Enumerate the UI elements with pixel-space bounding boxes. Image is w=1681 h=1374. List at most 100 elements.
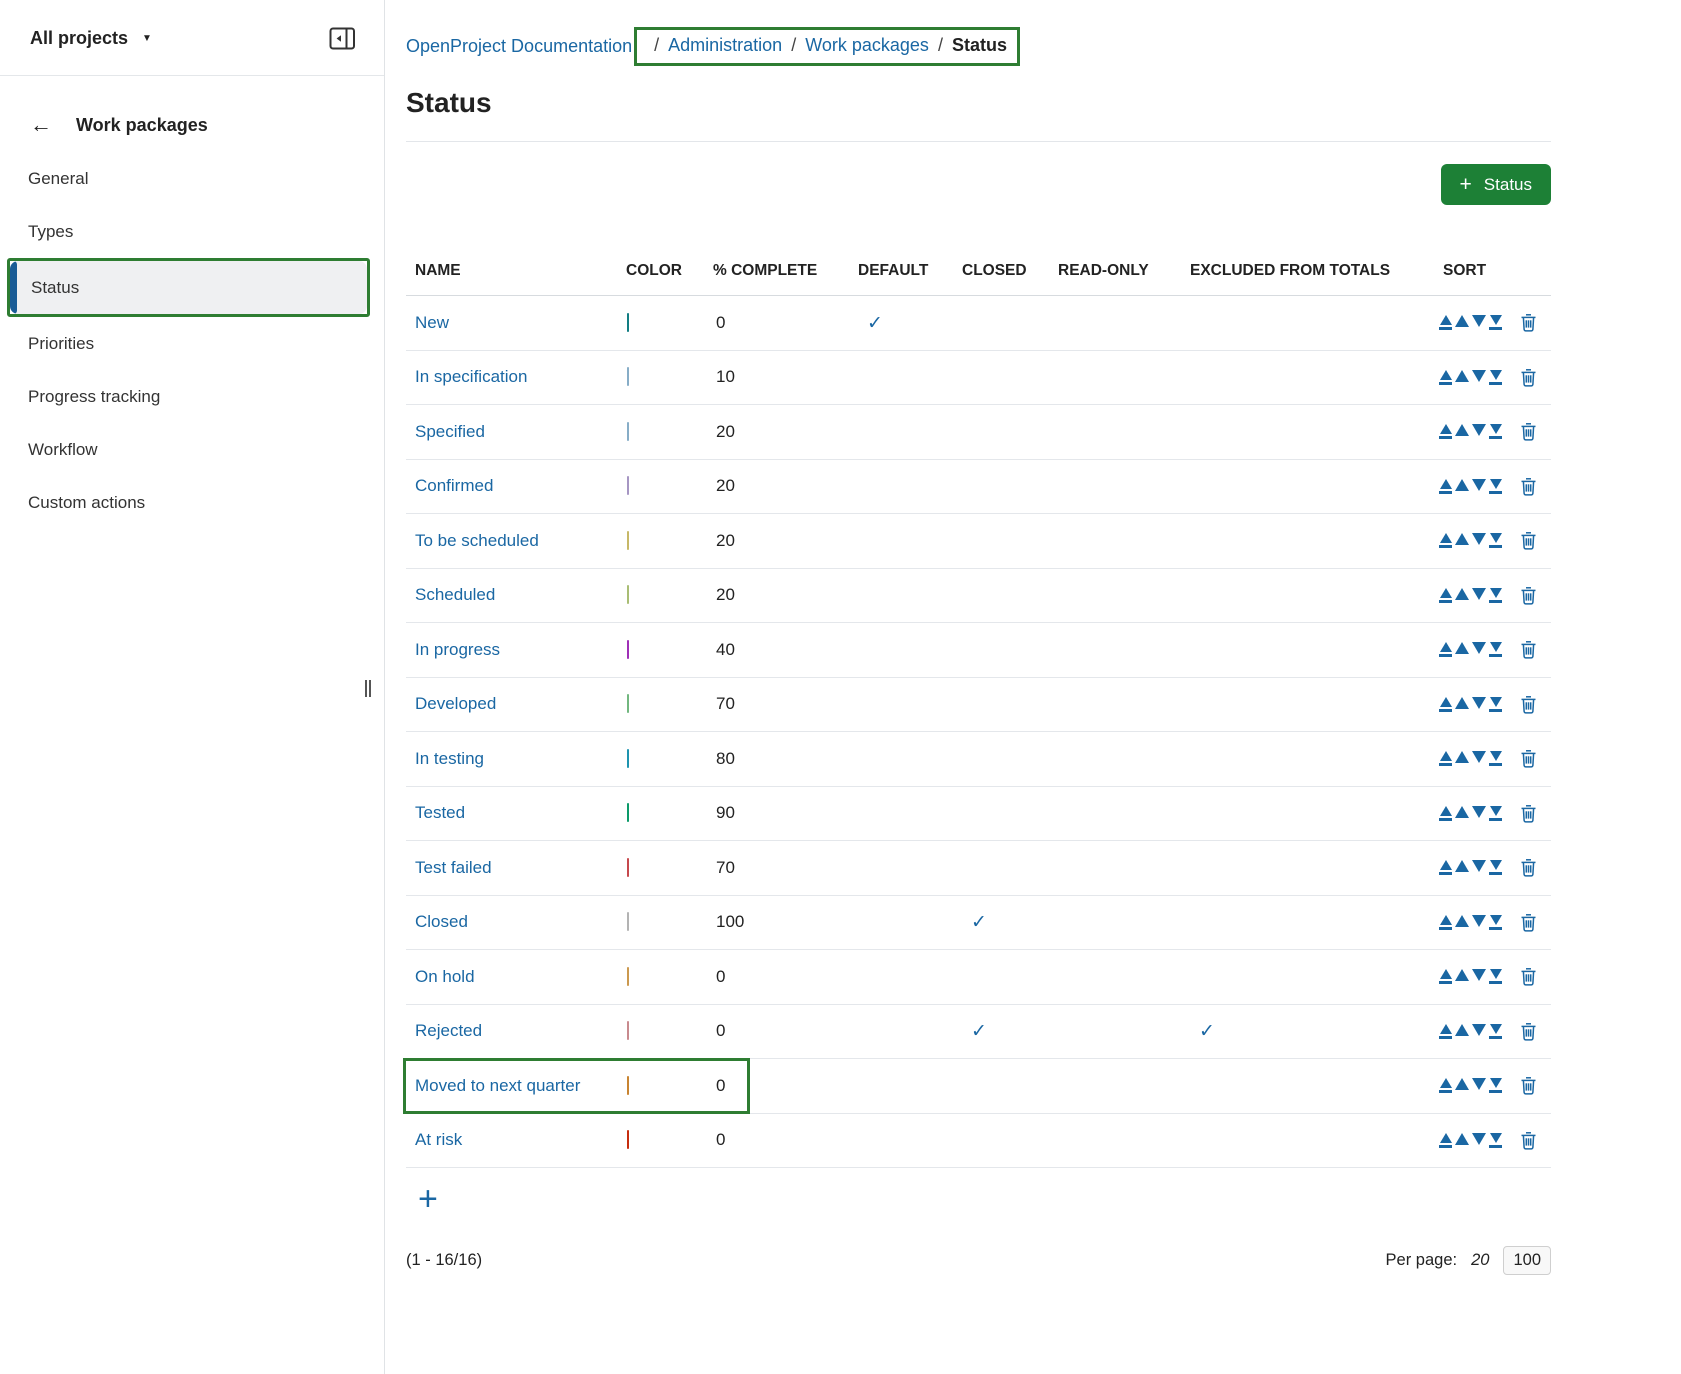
status-name-link[interactable]: New [415,313,449,332]
status-name-link[interactable]: On hold [415,967,475,986]
move-up-icon[interactable] [1455,479,1469,491]
move-to-top-icon[interactable] [1439,697,1452,712]
move-down-icon[interactable] [1472,533,1486,545]
move-down-icon[interactable] [1472,1078,1486,1090]
move-up-icon[interactable] [1455,424,1469,436]
move-up-icon[interactable] [1455,588,1469,600]
status-name-link[interactable]: At risk [415,1130,462,1149]
move-up-icon[interactable] [1455,969,1469,981]
move-to-top-icon[interactable] [1439,533,1452,548]
move-to-bottom-icon[interactable] [1489,751,1502,766]
move-up-icon[interactable] [1455,370,1469,382]
delete-status-icon[interactable] [1506,695,1551,714]
sidebar-item-status[interactable]: Status [10,261,367,314]
sidebar-item-types[interactable]: Types [7,205,370,258]
delete-status-icon[interactable] [1506,422,1551,441]
move-to-top-icon[interactable] [1439,1078,1452,1093]
move-down-icon[interactable] [1472,588,1486,600]
collapse-sidebar-icon[interactable] [329,26,356,51]
move-to-top-icon[interactable] [1439,969,1452,984]
move-to-bottom-icon[interactable] [1489,424,1502,439]
delete-status-icon[interactable] [1506,749,1551,768]
status-name-link[interactable]: Rejected [415,1021,482,1040]
move-up-icon[interactable] [1455,642,1469,654]
sidebar-item-priorities[interactable]: Priorities [7,317,370,370]
move-down-icon[interactable] [1472,479,1486,491]
delete-status-icon[interactable] [1506,967,1551,986]
move-down-icon[interactable] [1472,1133,1486,1145]
move-to-bottom-icon[interactable] [1489,969,1502,984]
delete-status-icon[interactable] [1506,477,1551,496]
delete-status-icon[interactable] [1506,313,1551,332]
move-to-bottom-icon[interactable] [1489,1133,1502,1148]
move-to-bottom-icon[interactable] [1489,479,1502,494]
move-up-icon[interactable] [1455,315,1469,327]
move-to-top-icon[interactable] [1439,315,1452,330]
move-to-bottom-icon[interactable] [1489,315,1502,330]
move-up-icon[interactable] [1455,1133,1469,1145]
move-down-icon[interactable] [1472,969,1486,981]
move-down-icon[interactable] [1472,1024,1486,1036]
back-arrow-icon[interactable]: ← [30,112,70,138]
move-up-icon[interactable] [1455,751,1469,763]
move-to-bottom-icon[interactable] [1489,533,1502,548]
move-down-icon[interactable] [1472,642,1486,654]
status-name-link[interactable]: Test failed [415,858,492,877]
move-to-bottom-icon[interactable] [1489,1024,1502,1039]
add-status-inline-button[interactable]: + [418,1180,438,1218]
move-up-icon[interactable] [1455,1024,1469,1036]
move-down-icon[interactable] [1472,370,1486,382]
delete-status-icon[interactable] [1506,1131,1551,1150]
move-to-top-icon[interactable] [1439,642,1452,657]
move-to-top-icon[interactable] [1439,806,1452,821]
move-down-icon[interactable] [1472,806,1486,818]
status-name-link[interactable]: In progress [415,640,500,659]
status-name-link[interactable]: Moved to next quarter [415,1076,580,1095]
delete-status-icon[interactable] [1506,913,1551,932]
delete-status-icon[interactable] [1506,804,1551,823]
status-name-link[interactable]: Scheduled [415,585,495,604]
move-to-bottom-icon[interactable] [1489,642,1502,657]
status-name-link[interactable]: Closed [415,912,468,931]
move-to-top-icon[interactable] [1439,479,1452,494]
move-to-top-icon[interactable] [1439,1024,1452,1039]
status-name-link[interactable]: In testing [415,749,484,768]
move-to-top-icon[interactable] [1439,424,1452,439]
move-to-bottom-icon[interactable] [1489,915,1502,930]
move-down-icon[interactable] [1472,315,1486,327]
move-up-icon[interactable] [1455,1078,1469,1090]
per-page-option-100[interactable]: 100 [1503,1246,1551,1275]
project-selector[interactable]: All projects [30,28,128,49]
move-up-icon[interactable] [1455,915,1469,927]
move-down-icon[interactable] [1472,424,1486,436]
per-page-option-20[interactable]: 20 [1471,1251,1489,1270]
delete-status-icon[interactable] [1506,368,1551,387]
status-name-link[interactable]: Confirmed [415,476,493,495]
chevron-down-icon[interactable]: ▼ [142,33,152,44]
move-up-icon[interactable] [1455,533,1469,545]
add-status-button[interactable]: + Status [1441,164,1551,205]
breadcrumb-root-link[interactable]: OpenProject Documentation [406,36,632,57]
move-to-bottom-icon[interactable] [1489,697,1502,712]
move-to-top-icon[interactable] [1439,370,1452,385]
breadcrumb-work-packages-link[interactable]: Work packages [805,35,929,56]
move-to-bottom-icon[interactable] [1489,860,1502,875]
status-name-link[interactable]: Specified [415,422,485,441]
move-up-icon[interactable] [1455,860,1469,872]
move-down-icon[interactable] [1472,915,1486,927]
sidebar-item-progress-tracking[interactable]: Progress tracking [7,370,370,423]
move-to-top-icon[interactable] [1439,751,1452,766]
status-name-link[interactable]: To be scheduled [415,531,539,550]
move-to-top-icon[interactable] [1439,588,1452,603]
delete-status-icon[interactable] [1506,858,1551,877]
move-down-icon[interactable] [1472,860,1486,872]
breadcrumb-administration-link[interactable]: Administration [668,35,782,56]
status-name-link[interactable]: In specification [415,367,527,386]
move-to-bottom-icon[interactable] [1489,806,1502,821]
sidebar-resize-handle[interactable] [365,680,371,697]
status-name-link[interactable]: Developed [415,694,496,713]
delete-status-icon[interactable] [1506,586,1551,605]
move-to-top-icon[interactable] [1439,860,1452,875]
sidebar-item-general[interactable]: General [7,152,370,205]
move-down-icon[interactable] [1472,751,1486,763]
